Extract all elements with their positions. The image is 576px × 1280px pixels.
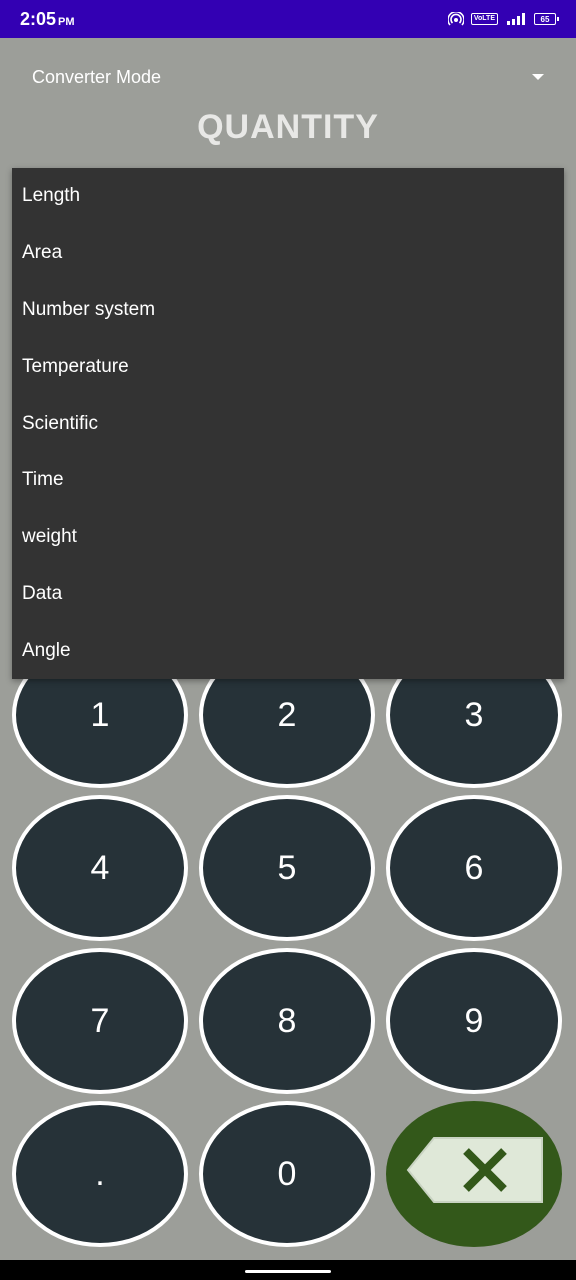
home-gesture-handle[interactable] <box>245 1270 331 1273</box>
menu-item-angle[interactable]: Angle <box>12 622 564 679</box>
converter-mode-dropdown: Length Area Number system Temperature Sc… <box>12 168 564 679</box>
key-decimal[interactable]: . <box>12 1101 188 1247</box>
backspace-button[interactable] <box>386 1101 562 1247</box>
key-4[interactable]: 4 <box>12 795 188 941</box>
menu-item-temperature[interactable]: Temperature <box>12 338 564 395</box>
menu-item-number-system[interactable]: Number system <box>12 282 564 339</box>
menu-item-weight[interactable]: weight <box>12 509 564 566</box>
menu-item-time[interactable]: Time <box>12 452 564 509</box>
menu-item-data[interactable]: Data <box>12 566 564 623</box>
key-7[interactable]: 7 <box>12 948 188 1094</box>
navigation-bar <box>0 1260 576 1280</box>
key-0[interactable]: 0 <box>199 1101 375 1247</box>
menu-item-area[interactable]: Area <box>12 225 564 282</box>
key-9[interactable]: 9 <box>386 948 562 1094</box>
backspace-icon <box>404 1135 544 1214</box>
key-5[interactable]: 5 <box>199 795 375 941</box>
menu-item-length[interactable]: Length <box>12 168 564 225</box>
key-8[interactable]: 8 <box>199 948 375 1094</box>
key-6[interactable]: 6 <box>386 795 562 941</box>
menu-item-scientific[interactable]: Scientific <box>12 395 564 452</box>
